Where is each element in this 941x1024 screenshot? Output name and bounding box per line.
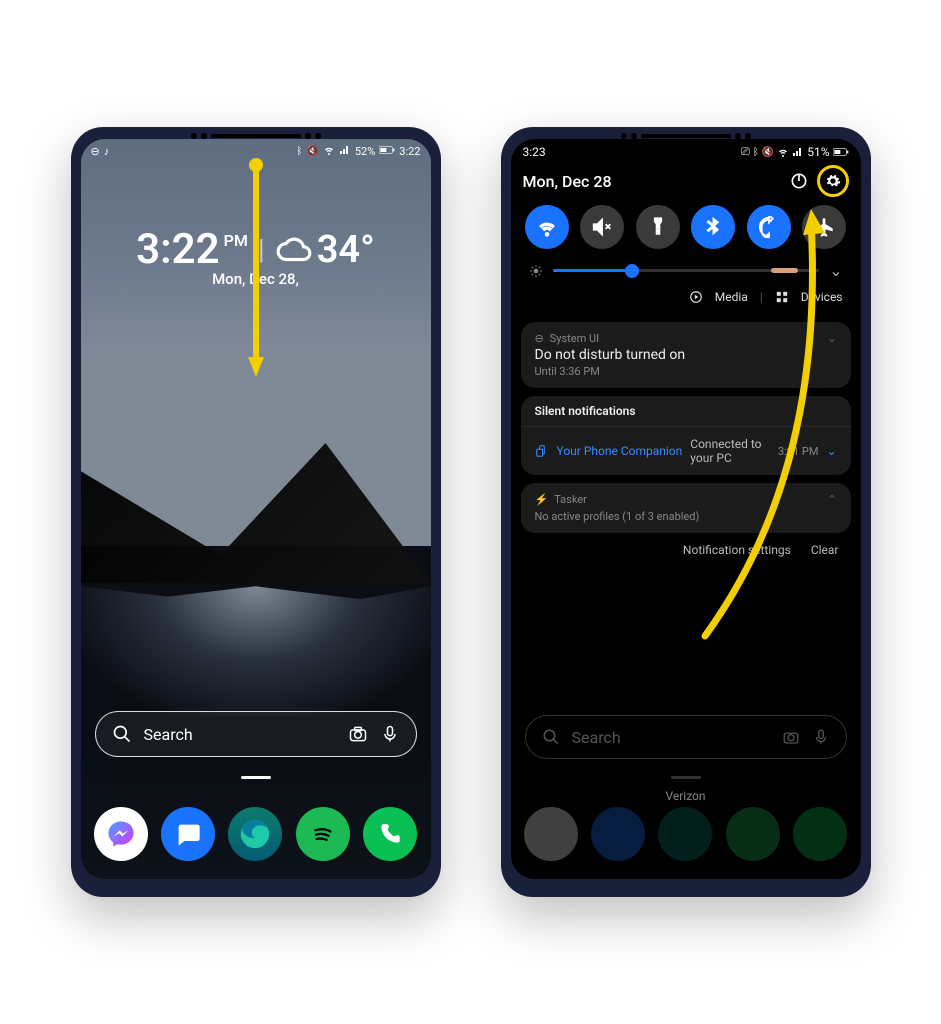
devices-icon — [775, 290, 789, 304]
nav-handle[interactable] — [241, 776, 271, 779]
wifi-toggle[interactable] — [525, 205, 569, 249]
notif-subtitle: No active profiles (1 of 3 enabled) — [535, 510, 837, 523]
weather-cloud-icon — [275, 231, 313, 269]
chevron-up-icon[interactable]: ⌃ — [827, 493, 836, 506]
group-header: Silent notifications — [521, 396, 851, 427]
sun-icon — [529, 264, 543, 278]
gear-icon — [825, 173, 841, 189]
battery-icon — [379, 145, 395, 158]
sound-toggle[interactable] — [580, 205, 624, 249]
widget-date: Mon, Dec 28, — [81, 270, 431, 288]
dnd-icon: ⊖ — [91, 145, 100, 158]
notification-your-phone[interactable]: Your Phone Companion Connected to your P… — [521, 427, 851, 475]
dimmed-homescreen: Search Verizon — [511, 568, 861, 879]
mute-icon: 🔇 — [306, 146, 318, 157]
notif-app-label: Tasker — [554, 493, 587, 506]
status-time: 3:23 — [523, 145, 546, 159]
signal-icon — [792, 146, 804, 158]
bluetooth-icon: ᛒ — [296, 146, 302, 157]
widget-temp: 34° — [317, 228, 375, 272]
widget-ampm: PM — [224, 231, 248, 250]
media-icon — [689, 290, 703, 304]
edge-app[interactable] — [228, 807, 282, 861]
bluetooth-icon: ᛒ — [753, 147, 759, 158]
signal-icon — [339, 144, 351, 159]
notif-message: Connected to your PC — [690, 437, 770, 465]
nav-handle — [671, 776, 701, 779]
homescreen[interactable]: ⊖ ♪ ᛒ 🔇 52% 3:22 3:22 — [81, 139, 431, 879]
settings-gear-highlighted[interactable] — [817, 165, 849, 197]
notification-tasker[interactable]: ⌃ ⚡ Tasker No active profiles (1 of 3 ena… — [521, 483, 851, 533]
notif-app-label: System UI — [550, 332, 599, 345]
dnd-icon: ⊖ — [535, 332, 544, 345]
media-button[interactable]: Media — [715, 290, 748, 304]
messages-app[interactable] — [161, 807, 215, 861]
flashlight-toggle[interactable] — [636, 205, 680, 249]
phone-link-icon — [535, 444, 549, 458]
brightness-slider[interactable] — [553, 269, 820, 272]
camera-icon — [782, 728, 800, 746]
notification-settings-link[interactable]: Notification settings — [683, 543, 791, 557]
notif-time: 3:01 PM — [778, 445, 818, 458]
phone-app[interactable] — [363, 807, 417, 861]
status-bar: 3:23 ⎚ ᛒ 🔇 51% — [511, 139, 861, 161]
spotify-app[interactable] — [296, 807, 350, 861]
phone-frame-homescreen: ⊖ ♪ ᛒ 🔇 52% 3:22 3:22 — [71, 127, 441, 897]
app-dock — [81, 807, 431, 861]
wifi-icon — [323, 144, 335, 159]
cast-icon: ⎚ — [741, 145, 750, 159]
google-search-bar[interactable]: Search — [95, 711, 417, 757]
clear-notifications-button[interactable]: Clear — [811, 543, 839, 557]
messenger-app[interactable] — [94, 807, 148, 861]
search-placeholder: Search — [144, 725, 193, 744]
bluetooth-toggle[interactable] — [691, 205, 735, 249]
battery-icon — [833, 147, 849, 157]
brightness-expand[interactable]: ⌄ — [829, 261, 842, 280]
silent-notifications-group: Silent notifications Your Phone Companio… — [521, 396, 851, 475]
rotate-toggle[interactable] — [747, 205, 791, 249]
panel-date[interactable]: Mon, Dec 28 — [523, 172, 785, 191]
battery-percent: 51% — [807, 145, 829, 159]
mute-icon: 🔇 — [762, 147, 774, 158]
bolt-icon: ⚡ — [535, 493, 549, 506]
battery-percent: 52% — [355, 145, 375, 158]
quick-toggles-row — [511, 205, 861, 249]
dimmed-search-bar: Search — [525, 715, 847, 759]
status-time: 3:22 — [399, 145, 420, 158]
camera-icon[interactable] — [348, 724, 368, 744]
devices-button[interactable]: Devices — [801, 290, 843, 304]
power-button[interactable] — [785, 167, 813, 195]
brightness-row: ⌄ — [511, 249, 861, 286]
search-icon — [112, 724, 132, 744]
notif-app-label: Your Phone Companion — [557, 444, 683, 458]
chevron-down-icon[interactable]: ⌄ — [826, 444, 836, 458]
status-bar[interactable]: ⊖ ♪ ᛒ 🔇 52% 3:22 — [81, 139, 431, 161]
wifi-icon — [777, 146, 789, 158]
search-placeholder: Search — [572, 728, 621, 747]
widget-time: 3:22 — [136, 225, 219, 274]
notif-title: Do not disturb turned on — [535, 347, 837, 363]
airplane-toggle[interactable] — [802, 205, 846, 249]
phone-frame-quickpanel: 3:23 ⎚ ᛒ 🔇 51% Mon, Dec 28 — [501, 127, 871, 897]
notification-dnd[interactable]: ⌄ ⊖ System UI Do not disturb turned on Un… — [521, 322, 851, 388]
notif-subtitle: Until 3:36 PM — [535, 365, 837, 378]
mic-icon — [812, 728, 830, 746]
clock-weather-widget[interactable]: 3:22 PM | 34° Mon, Dec 28, — [81, 225, 431, 288]
search-icon — [542, 728, 560, 746]
mic-icon[interactable] — [380, 724, 400, 744]
quick-panel: 3:23 ⎚ ᛒ 🔇 51% Mon, Dec 28 — [511, 139, 861, 879]
chevron-down-icon[interactable]: ⌄ — [827, 332, 836, 345]
music-icon: ♪ — [104, 145, 110, 158]
carrier-label: Verizon — [511, 789, 861, 803]
